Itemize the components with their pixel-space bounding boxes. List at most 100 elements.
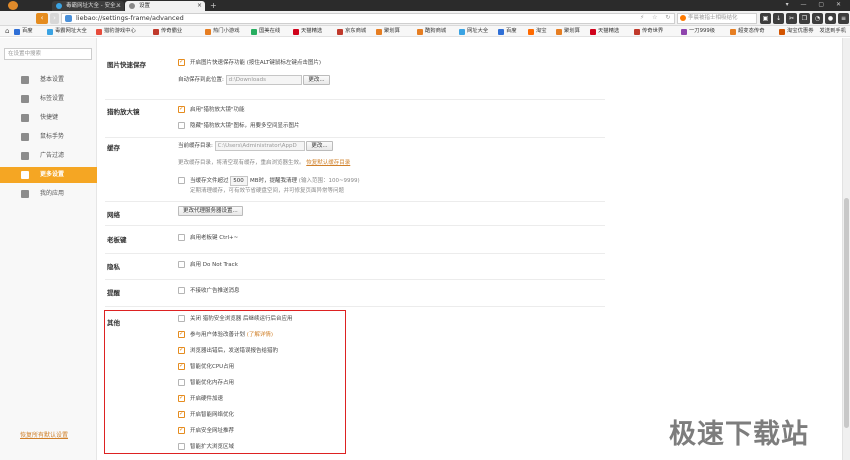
- send-to-phone-link[interactable]: 发送到手机: [812, 27, 847, 36]
- tab-nav-site[interactable]: 毒霸网址大全 - 安全... ×: [52, 1, 124, 11]
- proxy-settings-button[interactable]: 更改代理服务器设置...: [178, 206, 243, 216]
- tab-title: 毒霸网址大全 - 安全...: [66, 3, 121, 9]
- bookmark-favicon-icon: [96, 29, 102, 35]
- scrollbar-thumb[interactable]: [844, 198, 849, 428]
- gear-icon: [21, 76, 29, 84]
- bookmark-item[interactable]: 国美在线: [251, 27, 280, 36]
- sidebar-item-label: 我的应用: [40, 190, 65, 197]
- limit-label-suffix: MB时，提醒我清理: [250, 178, 298, 184]
- bookmark-item[interactable]: 热门小游戏: [205, 27, 240, 36]
- close-tab-icon[interactable]: ×: [116, 1, 121, 11]
- forward-button[interactable]: ›: [50, 13, 59, 24]
- checkbox[interactable]: [178, 287, 185, 294]
- section-title: 网络: [107, 211, 120, 219]
- extension-icon[interactable]: ▣: [760, 13, 771, 24]
- sidebar-item-shortcuts[interactable]: 快捷键: [0, 110, 97, 126]
- bookmark-item[interactable]: 毒霸网址大全: [47, 27, 87, 36]
- bookmark-label: 淘宝: [536, 28, 547, 34]
- highlight-box: [104, 310, 346, 454]
- restore-cache-dir-link[interactable]: 恢复默认缓存目录: [306, 160, 350, 166]
- back-button[interactable]: ‹: [36, 13, 48, 24]
- screenshot-icon[interactable]: ✂: [786, 13, 797, 24]
- bookmark-item[interactable]: 酷狗商城: [417, 27, 446, 36]
- sidebar-item-label: 快捷键: [40, 114, 59, 121]
- cache-limit-field[interactable]: 500: [230, 176, 249, 186]
- checkbox[interactable]: [178, 234, 185, 241]
- bookmark-item[interactable]: 猎豹游戏中心: [96, 27, 136, 36]
- bookmark-item[interactable]: 传奇霸业: [153, 27, 182, 36]
- bookmark-item[interactable]: 天猫精选: [293, 27, 322, 36]
- tab-settings[interactable]: 设置 ×: [125, 1, 205, 11]
- sidebar-item-more[interactable]: 更多设置: [0, 167, 102, 183]
- sidebar-item-gestures[interactable]: 鼠标手势: [0, 129, 97, 145]
- bookmark-favicon-icon: [153, 29, 159, 35]
- settings-search-input[interactable]: 在设置中搜索: [4, 48, 92, 60]
- cache-limit-text: 当缓存文件超过 500 MB时，提醒我清理 (输入范围：100~9999): [190, 176, 360, 186]
- download-icon[interactable]: ↓: [773, 13, 784, 24]
- scrollbar[interactable]: [842, 38, 850, 460]
- cache-change-button[interactable]: 更改...: [306, 141, 333, 151]
- bookmark-label: 一刀999级: [689, 28, 716, 34]
- checkbox[interactable]: [178, 177, 185, 184]
- sidebar-item-label: 鼠标手势: [40, 133, 65, 140]
- option-label: 启用"猎豹放大镜"功能: [190, 107, 245, 113]
- settings-content: 图片快速保存 开启图片快速保存功能 (按住ALT键鼠标左键点击图片) 自动保存到…: [97, 38, 842, 460]
- bookmark-label: 天猫精选: [598, 28, 620, 34]
- toolbar-buttons: ▣ ↓ ✂ ❐ ◔ ● ≡: [760, 13, 849, 24]
- section-privacy: 隐私 启用 Do Not Track: [105, 254, 605, 280]
- bookmark-item[interactable]: 一刀999级: [681, 27, 715, 36]
- screenshot-change-button[interactable]: 更改...: [303, 75, 330, 85]
- restore-defaults-link[interactable]: 恢复所有默认设置: [20, 430, 68, 439]
- bookmark-favicon-icon: [730, 29, 736, 35]
- bookmark-item[interactable]: 网址大全: [459, 27, 488, 36]
- bookmark-item[interactable]: 京东商城: [337, 27, 366, 36]
- search-input[interactable]: 李晨被指士相吸结化: [677, 13, 757, 24]
- sidebar-item-apps[interactable]: 我的应用: [0, 186, 97, 202]
- home-icon[interactable]: ⌂: [5, 27, 9, 36]
- cache-dir-field[interactable]: C:\Users\Administrator\AppD: [214, 141, 305, 151]
- option-label: 启用老板键 Ctrl+~: [190, 235, 239, 241]
- screenshot-path-field[interactable]: d:\Downloads: [225, 75, 302, 85]
- speed-icon[interactable]: ◔: [812, 13, 823, 24]
- close-tab-icon[interactable]: ×: [197, 1, 202, 11]
- bookmark-item[interactable]: 超变态传奇: [730, 27, 765, 36]
- screenshot-path-row: 自动保存到此位置: d:\Downloads 更改...: [178, 75, 330, 85]
- bookmark-item[interactable]: 淘宝优惠券: [779, 27, 814, 36]
- bookmark-item[interactable]: 传奇世界: [634, 27, 663, 36]
- sidebar-item-label: 更多设置: [40, 171, 65, 178]
- bookmark-favicon-icon: [251, 29, 257, 35]
- bookmark-label: 淘宝优惠券: [787, 28, 814, 34]
- tab-title: 设置: [139, 3, 151, 9]
- bookmark-favicon-icon: [634, 29, 640, 35]
- url-input[interactable]: liebao://settings-frame/advanced: [61, 13, 675, 24]
- new-tab-icon[interactable]: +: [210, 0, 217, 11]
- checkbox[interactable]: [178, 261, 185, 268]
- cache-dir-row: 当前缓存目录: C:\Users\Administrator\AppD 更改..…: [178, 141, 333, 151]
- bookmark-item[interactable]: 百度: [14, 27, 33, 36]
- bookmark-item[interactable]: 聚划算: [376, 27, 400, 36]
- checkbox[interactable]: [178, 122, 185, 129]
- user-icon[interactable]: ●: [825, 13, 836, 24]
- window-icon[interactable]: ❐: [799, 13, 810, 24]
- sidebar-item-tabs[interactable]: 标签设置: [0, 91, 97, 107]
- option-label: 开启图片快速保存功能 (按住ALT键鼠标左键点击图片): [190, 60, 321, 66]
- bookmark-item[interactable]: 百度: [498, 27, 517, 36]
- bookmark-item[interactable]: 淘宝: [528, 27, 547, 36]
- checkbox[interactable]: [178, 105, 185, 113]
- url-tools[interactable]: ⚡ ☆ ↻: [640, 14, 673, 21]
- bookmark-item[interactable]: 聚划算: [556, 27, 580, 36]
- bookmark-label: 天猫精选: [301, 28, 323, 34]
- sidebar-item-label: 标签设置: [40, 95, 65, 102]
- cache-dir-label: 当前缓存目录:: [178, 143, 213, 149]
- window-controls[interactable]: ▾ — ▢ ✕: [786, 1, 846, 8]
- sidebar-item-adblock[interactable]: 广告过滤: [0, 148, 97, 164]
- sidebar-item-basic[interactable]: 基本设置: [0, 72, 97, 88]
- checkbox[interactable]: [178, 58, 185, 66]
- section-title: 提醒: [107, 289, 120, 297]
- bookmark-favicon-icon: [681, 29, 687, 35]
- bookmark-item[interactable]: 天猫精选: [590, 27, 619, 36]
- cache-limit-note: 定期清理缓存，可有效节省硬盘空间，并可修复页面异常等问题: [190, 188, 345, 194]
- menu-icon[interactable]: ≡: [838, 13, 849, 24]
- mouse-icon: [21, 133, 29, 141]
- section-magnifier: 猎豹放大镜 启用"猎豹放大镜"功能 隐藏"猎豹放大镜"图标，用要多空间显示图片: [105, 100, 605, 138]
